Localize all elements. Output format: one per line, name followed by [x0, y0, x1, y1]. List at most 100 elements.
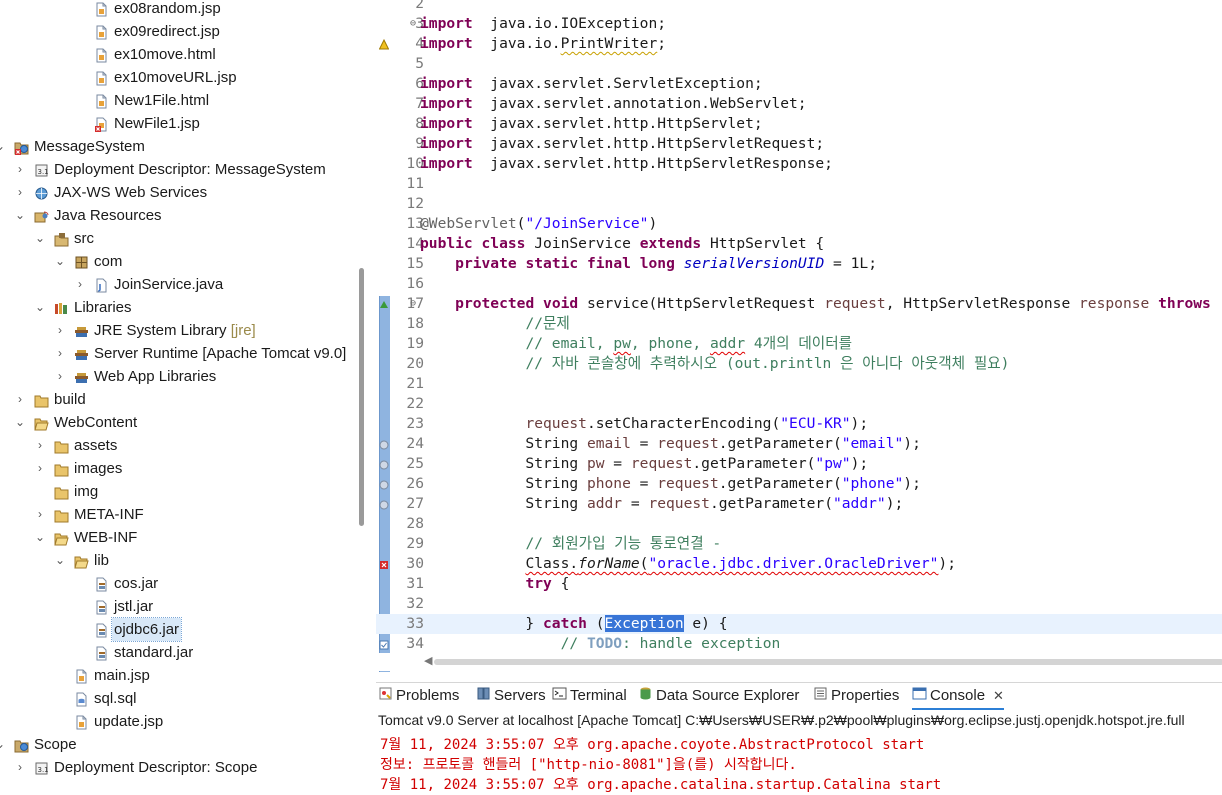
tree-item[interactable]: standard.jar: [0, 641, 355, 664]
code-line[interactable]: 4 import java.io.PrintWriter;: [376, 34, 1222, 54]
tree-item[interactable]: update.jsp: [0, 710, 355, 733]
editor-horizontal-scrollbar[interactable]: ◀: [376, 653, 1222, 671]
code-line[interactable]: 15 private static final long serialVersi…: [376, 254, 1222, 274]
code-line[interactable]: 11: [376, 174, 1222, 194]
code-line[interactable]: 5: [376, 54, 1222, 74]
tree-item[interactable]: ⌄ Java Resources: [0, 204, 355, 227]
expand-chevron-icon[interactable]: ⌄: [14, 204, 26, 227]
expand-chevron-icon[interactable]: ⌄: [54, 549, 66, 572]
code-line[interactable]: 18 //문제: [376, 314, 1222, 334]
tree-item[interactable]: NewFile1.jsp: [0, 112, 355, 135]
expand-chevron-icon[interactable]: ⌄: [0, 733, 6, 756]
tree-item[interactable]: ⌄ MessageSystem: [0, 135, 355, 158]
code-line[interactable]: 26 String phone = request.getParameter("…: [376, 474, 1222, 494]
tree-item[interactable]: jstl.jar: [0, 595, 355, 618]
collapse-chevron-icon[interactable]: ›: [54, 365, 66, 388]
code-line[interactable]: 32: [376, 594, 1222, 614]
tree-item[interactable]: › 3.1 Deployment Descriptor: Scope: [0, 756, 355, 779]
tree-item[interactable]: ojdbc6.jar: [0, 617, 355, 642]
code-line[interactable]: 3 ⊖ import java.io.IOException;: [376, 14, 1222, 34]
tab-console[interactable]: Console ✕: [912, 683, 1004, 710]
code-line[interactable]: 25 String pw = request.getParameter("pw"…: [376, 454, 1222, 474]
tab-problems[interactable]: Problems: [378, 683, 459, 708]
code-line[interactable]: 30 Class.forName("oracle.jdbc.driver.Ora…: [376, 554, 1222, 574]
code-line[interactable]: 27 String addr = request.getParameter("a…: [376, 494, 1222, 514]
editor-scrollbar-thumb[interactable]: [434, 659, 1222, 665]
tree-item[interactable]: › META-INF: [0, 503, 355, 526]
tree-item[interactable]: ⌄ com: [0, 250, 355, 273]
fold-toggle-icon[interactable]: ⊖: [410, 14, 416, 34]
collapse-chevron-icon[interactable]: ›: [14, 158, 26, 181]
tree-item[interactable]: › assets: [0, 434, 355, 457]
tree-item[interactable]: ⌄ Scope: [0, 733, 355, 756]
code-line[interactable]: 6 import javax.servlet.ServletException;: [376, 74, 1222, 94]
collapse-chevron-icon[interactable]: ›: [14, 181, 26, 204]
tree-item[interactable]: › JAX-WS Web Services: [0, 181, 355, 204]
tree-item[interactable]: › images: [0, 457, 355, 480]
code-line[interactable]: 9 import javax.servlet.http.HttpServletRe…: [376, 134, 1222, 154]
code-line[interactable]: 19 // email, pw, phone, addr 4개의 데이터를: [376, 334, 1222, 354]
tree-item[interactable]: cos.jar: [0, 572, 355, 595]
close-tab-icon[interactable]: ✕: [993, 688, 1004, 703]
fold-toggle-icon[interactable]: ⊖: [410, 294, 416, 314]
tree-item[interactable]: › 3.1 Deployment Descriptor: MessageSystem: [0, 158, 355, 181]
explorer-scrollbar[interactable]: [357, 0, 366, 783]
code-line[interactable]: 17 ⊖ protected void service(HttpServletRe…: [376, 294, 1222, 314]
tab-servers[interactable]: Servers: [476, 683, 546, 708]
code-line[interactable]: 20 // 자바 콘솔창에 추력하시오 (out.println 은 아니다 아…: [376, 354, 1222, 374]
expand-chevron-icon[interactable]: ⌄: [34, 227, 46, 250]
collapse-chevron-icon[interactable]: ›: [34, 457, 46, 480]
code-line[interactable]: 7 import javax.servlet.annotation.WebServ…: [376, 94, 1222, 114]
code-line[interactable]: 23 request.setCharacterEncoding("ECU-KR"…: [376, 414, 1222, 434]
code-line[interactable]: 14 public class JoinService extends HttpS…: [376, 234, 1222, 254]
expand-chevron-icon[interactable]: ⌄: [54, 250, 66, 273]
code-line[interactable]: 33 } catch (Exception e) {: [376, 614, 1222, 634]
tree-item[interactable]: ex09redirect.jsp: [0, 20, 355, 43]
expand-chevron-icon[interactable]: ⌄: [34, 526, 46, 549]
tab-terminal[interactable]: Terminal: [552, 683, 627, 708]
tree-item[interactable]: ex10moveURL.jsp: [0, 66, 355, 89]
expand-chevron-icon[interactable]: ⌄: [14, 411, 26, 434]
code-line[interactable]: 2: [376, 0, 1222, 14]
collapse-chevron-icon[interactable]: ›: [54, 319, 66, 342]
java-editor[interactable]: 2 3 ⊖ import java.io.IOException; 4 import ja…: [376, 0, 1222, 672]
collapse-chevron-icon[interactable]: ›: [34, 434, 46, 457]
code-line[interactable]: 29 // 회원가입 기능 통로연결 -: [376, 534, 1222, 554]
tree-item[interactable]: › Server Runtime [Apache Tomcat v9.0]: [0, 342, 355, 365]
tree-item[interactable]: › J JoinService.java: [0, 273, 355, 296]
collapse-chevron-icon[interactable]: ›: [34, 503, 46, 526]
tree-item[interactable]: › Web App Libraries: [0, 365, 355, 388]
code-line[interactable]: 21: [376, 374, 1222, 394]
tree-item[interactable]: sql.sql: [0, 687, 355, 710]
tree-item[interactable]: ⌄ WEB-INF: [0, 526, 355, 549]
tree-item[interactable]: › build: [0, 388, 355, 411]
expand-chevron-icon[interactable]: ⌄: [34, 296, 46, 319]
tree-item[interactable]: img: [0, 480, 355, 503]
scroll-left-arrow-icon[interactable]: ◀: [424, 654, 432, 667]
tab-properties[interactable]: Properties: [813, 683, 899, 708]
tab-data-source-explorer[interactable]: Data Source Explorer: [638, 683, 799, 708]
tree-item[interactable]: ⌄ Libraries: [0, 296, 355, 319]
tree-item[interactable]: ⌄ WebContent: [0, 411, 355, 434]
tree-item[interactable]: ⌄ lib: [0, 549, 355, 572]
tree-item[interactable]: New1File.html: [0, 89, 355, 112]
collapse-chevron-icon[interactable]: ›: [14, 388, 26, 411]
code-line[interactable]: 13 @WebServlet("/JoinService"): [376, 214, 1222, 234]
tree-item[interactable]: ex08random.jsp: [0, 0, 355, 20]
tree-item[interactable]: › JRE System Library [jre]: [0, 319, 355, 342]
tree-item[interactable]: ⌄ src: [0, 227, 355, 250]
code-line[interactable]: 8 import javax.servlet.http.HttpServlet;: [376, 114, 1222, 134]
code-line[interactable]: 34 // TODO: handle exception: [376, 634, 1222, 654]
collapse-chevron-icon[interactable]: ›: [14, 756, 26, 779]
collapse-chevron-icon[interactable]: ›: [54, 342, 66, 365]
collapse-chevron-icon[interactable]: ›: [74, 273, 86, 296]
code-line[interactable]: 22: [376, 394, 1222, 414]
code-line[interactable]: 12: [376, 194, 1222, 214]
expand-chevron-icon[interactable]: ⌄: [0, 135, 6, 158]
code-line[interactable]: 24 String email = request.getParameter("…: [376, 434, 1222, 454]
tree-item[interactable]: ex10move.html: [0, 43, 355, 66]
explorer-scrollbar-thumb[interactable]: [359, 268, 364, 526]
tree-item[interactable]: main.jsp: [0, 664, 355, 687]
code-line[interactable]: 10 import javax.servlet.http.HttpServletR…: [376, 154, 1222, 174]
code-line[interactable]: 31 try {: [376, 574, 1222, 594]
